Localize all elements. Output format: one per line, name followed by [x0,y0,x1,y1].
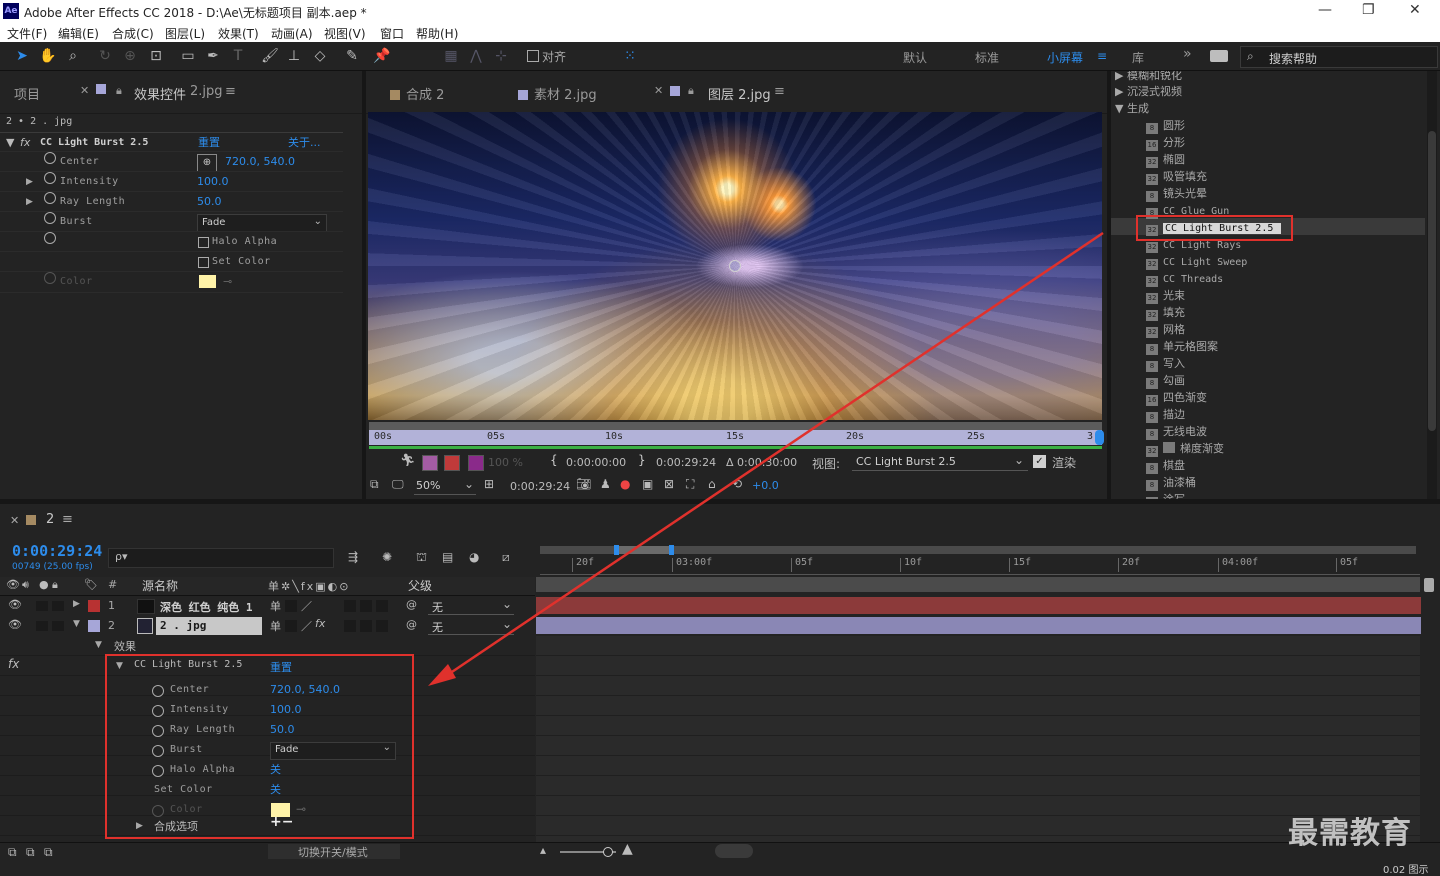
toggle-switches-modes-button[interactable]: 切换开关/模式 [268,844,400,859]
toggle-switches-icon[interactable]: ⧉ [8,845,17,860]
toggle-in-out-icon[interactable]: ⧉ [44,845,53,860]
toggle-modes-icon[interactable]: ⧉ [26,845,35,860]
timeline-bottom-bar: ⧉ ⧉ ⧉ 切换开关/模式 ▴ ▲ 0.02 图示 [0,841,1440,876]
watermark: 最需教育 [1288,816,1412,851]
zoom-slider-thumb[interactable] [603,847,613,857]
arrow-head [428,664,456,686]
toggle-switches-modes-label: 切换开关/模式 [298,846,368,859]
arrow-line [439,231,1104,682]
annotation-arrow [428,231,1104,686]
timeline-scrollbar[interactable] [715,844,753,858]
zoom-in-icon[interactable]: ▲ [622,841,633,857]
zoom-out-icon[interactable]: ▴ [540,843,546,857]
status-text: 0.02 图示 [1383,865,1429,876]
